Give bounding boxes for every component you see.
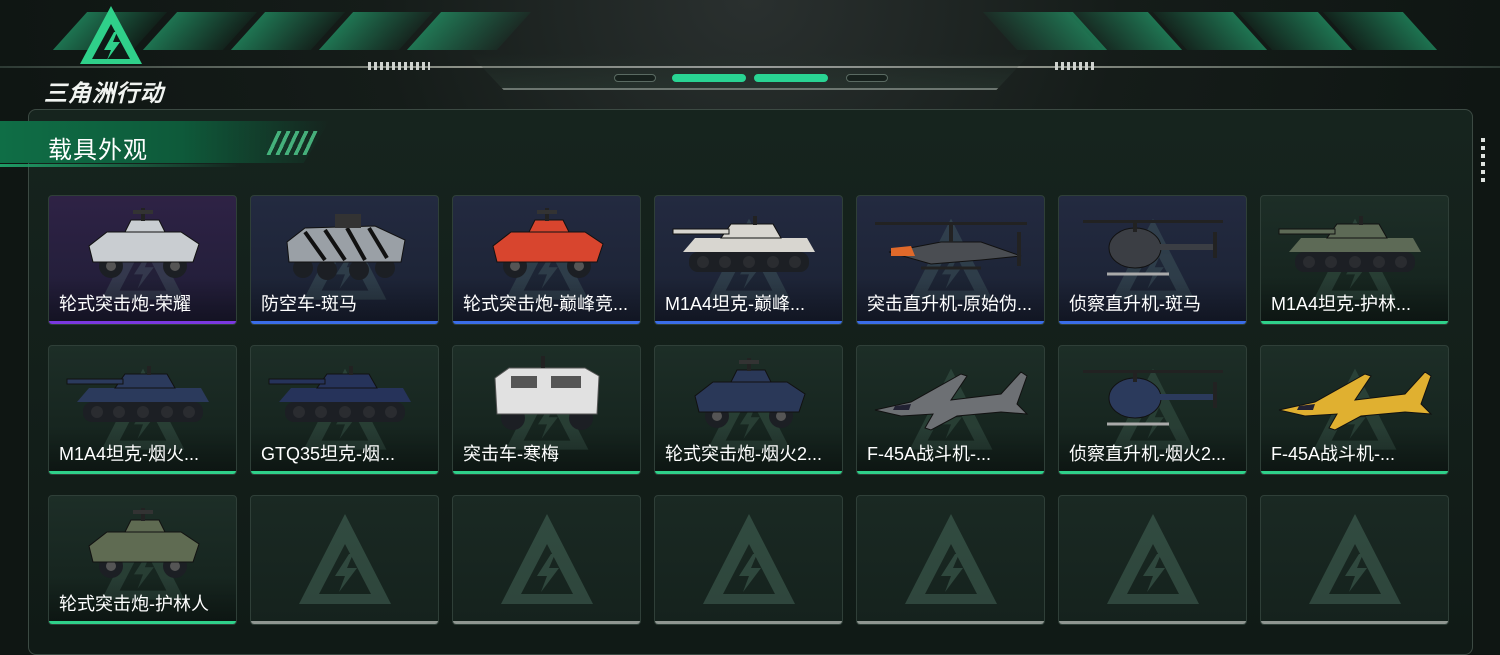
rarity-bar: [655, 621, 842, 624]
rarity-bar: [251, 621, 438, 624]
page-indicator-active: [672, 74, 746, 82]
empty-skin-slot[interactable]: [1058, 495, 1247, 625]
delta-watermark-icon: [497, 510, 597, 610]
rarity-bar: [251, 471, 438, 474]
skin-card[interactable]: 侦察直升机-烟火2...: [1058, 345, 1247, 475]
skin-card[interactable]: M1A4坦克-烟火...: [48, 345, 237, 475]
rarity-bar: [49, 321, 236, 324]
skin-name: GTQ35坦克-烟...: [261, 444, 396, 464]
rarity-bar: [453, 471, 640, 474]
wheeled-vehicle-image: [467, 202, 627, 288]
rarity-bar: [1261, 321, 1448, 324]
rarity-bar: [1059, 321, 1246, 324]
delta-watermark-icon: [1305, 510, 1405, 610]
rarity-bar: [1261, 621, 1448, 624]
wheeled-vehicle-image: [669, 352, 829, 438]
empty-skin-slot[interactable]: [452, 495, 641, 625]
empty-skin-slot[interactable]: [1260, 495, 1449, 625]
skin-card[interactable]: GTQ35坦克-烟...: [250, 345, 439, 475]
apc-vehicle-image: [265, 202, 425, 288]
skin-name: 轮式突击炮-护林人: [59, 594, 209, 614]
page-indicator: [846, 74, 888, 82]
delta-watermark-icon: [901, 510, 1001, 610]
truck-vehicle-image: [467, 352, 627, 438]
skin-name: 侦察直升机-烟火2...: [1069, 444, 1227, 464]
skin-card[interactable]: 轮式突击炮-巅峰竞...: [452, 195, 641, 325]
rarity-bar: [1059, 621, 1246, 624]
skin-name: 突击直升机-原始伪...: [867, 294, 1032, 314]
skin-card[interactable]: 轮式突击炮-荣耀: [48, 195, 237, 325]
delta-watermark-icon: [699, 510, 799, 610]
scout-vehicle-image: [1073, 202, 1233, 288]
rarity-bar: [453, 321, 640, 324]
skin-name: F-45A战斗机-...: [867, 444, 992, 464]
header-hatch: [368, 62, 430, 70]
empty-skin-slot[interactable]: [654, 495, 843, 625]
header-center-notch: [470, 54, 1030, 90]
skin-card[interactable]: F-45A战斗机-...: [1260, 345, 1449, 475]
skin-name: M1A4坦克-护林...: [1271, 294, 1412, 314]
skin-card[interactable]: 防空车-斑马: [250, 195, 439, 325]
skin-card[interactable]: M1A4坦克-护林...: [1260, 195, 1449, 325]
skin-name: 轮式突击炮-荣耀: [59, 294, 191, 314]
skin-name: 侦察直升机-斑马: [1069, 294, 1201, 314]
tank-vehicle-image: [63, 352, 223, 438]
rarity-bar: [1261, 471, 1448, 474]
delta-watermark-icon: [1103, 510, 1203, 610]
skin-card[interactable]: 轮式突击炮-烟火2...: [654, 345, 843, 475]
skin-card[interactable]: 突击车-寒梅: [452, 345, 641, 475]
skin-card[interactable]: F-45A战斗机-...: [856, 345, 1045, 475]
empty-skin-slot[interactable]: [856, 495, 1045, 625]
wheeled-vehicle-image: [63, 202, 223, 288]
section-title: 载具外观: [48, 137, 148, 164]
delta-watermark-icon: [295, 510, 395, 610]
skin-name: F-45A战斗机-...: [1271, 444, 1396, 464]
rarity-bar: [1059, 471, 1246, 474]
tank-vehicle-image: [1275, 202, 1435, 288]
skin-name: M1A4坦克-烟火...: [59, 444, 200, 464]
rarity-bar: [453, 621, 640, 624]
rarity-bar: [49, 471, 236, 474]
rarity-bar: [655, 471, 842, 474]
delta-logo-icon: [80, 6, 142, 64]
skin-card[interactable]: M1A4坦克-巅峰...: [654, 195, 843, 325]
skin-card[interactable]: 轮式突击炮-护林人: [48, 495, 237, 625]
rarity-bar: [857, 321, 1044, 324]
scout-vehicle-image: [1073, 352, 1233, 438]
jet-vehicle-image: [1275, 352, 1435, 438]
page-indicator: [614, 74, 656, 82]
rarity-bar: [251, 321, 438, 324]
skin-name: 轮式突击炮-烟火2...: [665, 444, 823, 464]
rarity-bar: [857, 471, 1044, 474]
wheeled-vehicle-image: [63, 502, 223, 588]
skin-name: M1A4坦克-巅峰...: [665, 294, 806, 314]
skin-card[interactable]: 突击直升机-原始伪...: [856, 195, 1045, 325]
empty-skin-slot[interactable]: [250, 495, 439, 625]
scroll-indicator[interactable]: [1481, 138, 1485, 182]
skin-name: 防空车-斑马: [261, 294, 357, 314]
rarity-bar: [49, 621, 236, 624]
page-indicator-active: [754, 74, 828, 82]
tank-vehicle-image: [669, 202, 829, 288]
tank-vehicle-image: [265, 352, 425, 438]
skin-grid: 轮式突击炮-荣耀 防空车-斑马 轮式突击炮-巅峰竞... M1A4坦克-巅峰..…: [48, 195, 1449, 625]
heli-vehicle-image: [871, 202, 1031, 288]
rarity-bar: [857, 621, 1044, 624]
skin-name: 突击车-寒梅: [463, 444, 559, 464]
header-hatch: [1055, 62, 1095, 70]
game-logo: 三角洲行动: [44, 0, 184, 106]
skin-card[interactable]: 侦察直升机-斑马: [1058, 195, 1247, 325]
rarity-bar: [655, 321, 842, 324]
logo-text: 三角洲行动: [44, 80, 164, 106]
top-header: 三角洲行动: [0, 0, 1500, 106]
jet-vehicle-image: [871, 352, 1031, 438]
app-window: 三角洲行动 载具外观 轮式突击炮-荣耀 防空车-斑马 轮式突击炮-巅峰竞...: [0, 0, 1500, 655]
skin-name: 轮式突击炮-巅峰竞...: [463, 294, 628, 314]
